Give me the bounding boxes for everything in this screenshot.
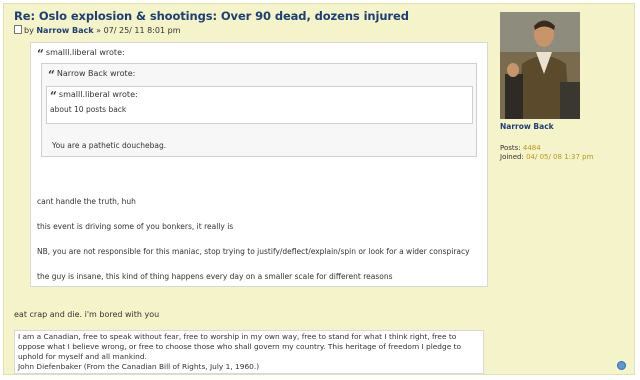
inner-quote: “smalll.liberal wrote: about 10 posts ba… [46,86,473,124]
quote-icon: “ [48,68,55,82]
by-label: by [24,26,34,35]
post-date: » 07/ 25/ 11 8:01 pm [96,26,181,35]
post-meta: by Narrow Back » 07/ 25/ 11 8:01 pm [14,25,181,35]
post-author-link[interactable]: Narrow Back [36,26,93,35]
reply-text: eat crap and die. i'm bored with you [14,310,160,319]
signature-line: oppose what I believe wrong, or free to … [18,342,462,351]
profile-joined: Joined: 04/ 05/ 08 1:37 pm [500,153,630,162]
post-document-icon[interactable] [14,25,22,34]
author-profile: Narrow Back Posts: 4484 Joined: 04/ 05/ … [500,12,630,162]
signature-line: John Diefenbaker (From the Canadian Bill… [18,362,260,371]
quote-icon: “ [50,89,57,103]
post-title[interactable]: Re: Oslo explosion & shootings: Over 90 … [14,9,409,23]
avatar [500,12,580,119]
profile-name[interactable]: Narrow Back [500,122,630,131]
body-line: this event is driving some of you bonker… [37,222,234,231]
middle-quote-author: Narrow Back wrote: [56,69,136,78]
signature-line: I am a Canadian, free to speak without f… [18,332,457,341]
middle-quote-reply: You are a pathetic douchebag. [52,141,167,150]
body-line: NB, you are not responsible for this man… [37,247,470,256]
inner-quote-text: about 10 posts back [50,105,127,114]
back-to-top-icon[interactable] [617,361,626,370]
profile-posts: Posts: 4484 [500,144,630,153]
posts-label: Posts: [500,144,521,152]
joined-date: 04/ 05/ 08 1:37 pm [526,153,594,161]
quote-icon: “ [37,47,44,61]
forum-post: Re: Oslo explosion & shootings: Over 90 … [3,3,635,375]
middle-quote: “Narrow Back wrote: “smalll.liberal wrot… [41,63,477,157]
outer-quote-header: “smalll.liberal wrote: [37,47,125,61]
inner-quote-author: smalll.liberal wrote: [58,90,138,99]
signature: I am a Canadian, free to speak without f… [14,330,484,374]
signature-line: uphold for myself and all mankind. [18,352,147,361]
middle-quote-header: “Narrow Back wrote: [48,68,135,82]
inner-quote-header: “smalll.liberal wrote: [50,89,138,103]
post-body: “smalll.liberal wrote: “Narrow Back wrot… [30,42,488,287]
body-line: the guy is insane, this kind of thing ha… [37,272,393,281]
outer-quote-author: smalll.liberal wrote: [45,48,125,57]
posts-count: 4484 [522,144,541,152]
body-line: cant handle the truth, huh [37,197,136,206]
joined-label: Joined: [500,153,524,161]
